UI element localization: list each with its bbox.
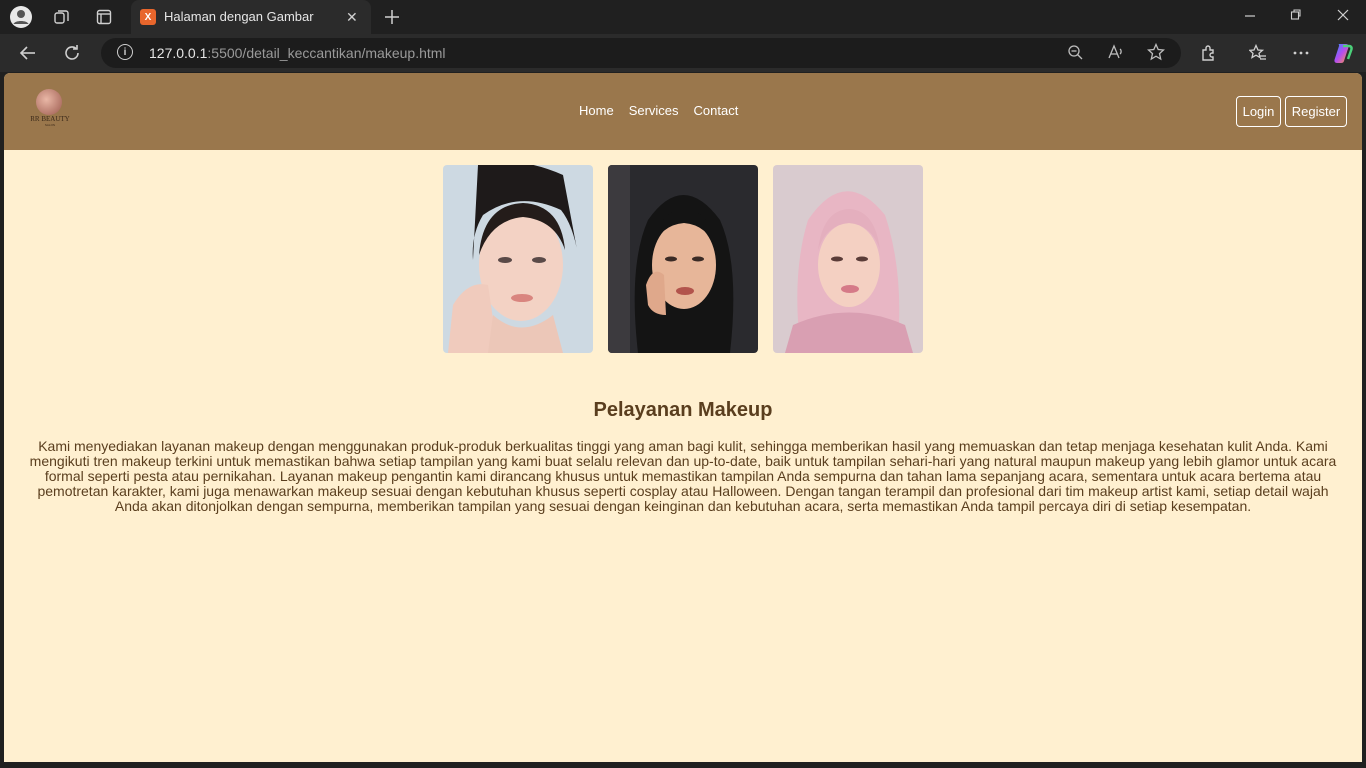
logo-emblem [36,89,62,115]
main-nav: Home Services Contact [579,103,738,118]
refresh-icon[interactable] [61,42,83,64]
url-text[interactable]: 127.0.0.1:5500/detail_keccantikan/makeup… [149,45,446,61]
site-header: RR BEAUTY SALON Home Services Contact Lo… [4,73,1362,150]
back-icon[interactable] [17,42,39,64]
zoom-icon[interactable] [1067,43,1083,65]
favorites-icon[interactable] [1247,42,1269,64]
makeup-photo-3 [773,165,923,353]
service-description: Kami menyediakan layanan makeup dengan m… [29,438,1337,514]
profile-icon[interactable] [9,5,33,29]
close-window-icon[interactable] [1337,8,1349,25]
browser-tab-bar: X Halaman dengan Gambar ✕ [0,0,1366,34]
url-path: :5500/detail_keccantikan/makeup.html [207,45,446,61]
active-tab[interactable]: X Halaman dengan Gambar ✕ [131,0,371,34]
workspaces-icon[interactable] [50,5,74,29]
minimize-icon[interactable] [1244,8,1256,25]
extensions-icon[interactable] [1198,42,1220,64]
nav-home-link[interactable]: Home [579,103,614,118]
new-tab-icon[interactable] [380,5,404,29]
nav-contact-link[interactable]: Contact [694,103,739,118]
web-page: RR BEAUTY SALON Home Services Contact Lo… [4,73,1362,762]
makeup-photo-1 [443,165,593,353]
tab-favicon-icon: X [140,9,156,25]
address-bar[interactable]: i 127.0.0.1:5500/detail_keccantikan/make… [101,38,1181,68]
more-options-icon[interactable] [1290,42,1312,64]
logo-text: RR BEAUTY [30,115,70,123]
page-title: Pelayanan Makeup [593,399,773,421]
nav-services-link[interactable]: Services [629,103,679,118]
read-aloud-icon[interactable] [1107,43,1125,65]
url-host: 127.0.0.1 [149,45,208,61]
tab-title: Halaman dengan Gambar [164,9,314,24]
tab-actions-icon[interactable] [92,5,116,29]
makeup-photo-2 [608,165,758,353]
copilot-icon[interactable] [1332,42,1354,64]
login-button[interactable]: Login [1236,96,1281,127]
tab-close-icon[interactable]: ✕ [346,9,358,26]
site-logo[interactable]: RR BEAUTY SALON [28,89,72,129]
register-button[interactable]: Register [1285,96,1347,127]
restore-icon[interactable] [1290,8,1302,25]
logo-sub: SALON [44,123,56,127]
favorite-star-icon[interactable] [1146,42,1166,65]
site-info-icon[interactable]: i [117,44,133,60]
